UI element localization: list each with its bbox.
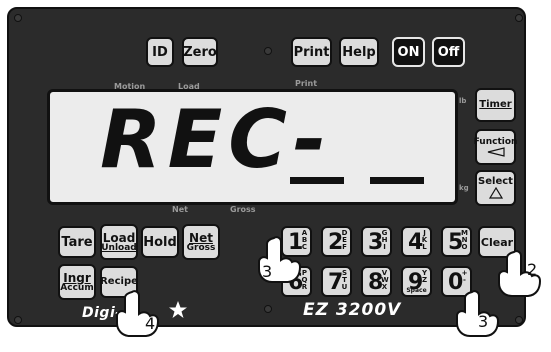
select-label: Select xyxy=(478,176,513,187)
load-label: Load xyxy=(102,230,136,245)
print-button-label: Print xyxy=(293,44,330,60)
hold-label: Hold xyxy=(143,234,177,250)
numpad-key-2[interactable]: 2 D E F xyxy=(321,226,352,257)
pointing-hand-icon xyxy=(498,250,542,297)
id-button[interactable]: ID xyxy=(146,37,174,67)
numpad-letters: G H I xyxy=(381,229,388,251)
lb-indicator-label: lb xyxy=(459,97,467,105)
numpad-letters: V W X xyxy=(381,269,389,291)
up-arrow-icon xyxy=(488,187,503,199)
numpad-key-8[interactable]: 8 V W X xyxy=(361,266,392,297)
net-gross-button[interactable]: Net Gross xyxy=(182,224,220,260)
gross-indicator-label: Gross xyxy=(230,205,256,214)
screw xyxy=(264,305,272,313)
kg-indicator-label: kg xyxy=(459,184,469,192)
id-button-label: ID xyxy=(152,44,168,60)
unload-label: Unload xyxy=(101,242,137,253)
on-button[interactable]: ON xyxy=(392,37,425,67)
off-button[interactable]: Off xyxy=(432,37,465,67)
screw xyxy=(515,316,523,324)
ingr-accum-button[interactable]: Ingr Accum xyxy=(58,264,96,300)
numpad-key-3[interactable]: 3 G H I xyxy=(361,226,392,257)
left-arrow-icon xyxy=(487,146,505,157)
select-button[interactable]: Select xyxy=(475,170,516,206)
net-label: Net xyxy=(189,230,213,245)
numpad-letters: Y Z xyxy=(421,269,428,284)
print-button[interactable]: Print xyxy=(291,37,332,67)
function-label: Function xyxy=(473,136,518,147)
numpad-key-4[interactable]: 4 J K L xyxy=(401,226,432,257)
hold-button[interactable]: Hold xyxy=(141,226,179,258)
print-indicator-label: Print xyxy=(295,79,318,88)
numpad-letters: S T U xyxy=(341,269,348,291)
timer-label: Timer xyxy=(479,99,512,110)
callout-number: 2 xyxy=(527,260,538,279)
clear-label: Clear xyxy=(480,235,514,249)
ingr-label: Ingr xyxy=(63,270,91,285)
lcd-blank-digit xyxy=(370,177,424,184)
callout-number: 3 xyxy=(262,262,273,281)
tare-button[interactable]: Tare xyxy=(58,226,96,258)
lcd-blank-digit xyxy=(290,177,344,184)
load-unload-button[interactable]: Load Unload xyxy=(100,224,138,260)
help-button[interactable]: Help xyxy=(339,37,379,67)
accum-label: Accum xyxy=(60,282,94,293)
numpad-letters: + - xyxy=(461,269,468,284)
numpad-letters: D E F xyxy=(341,229,348,251)
zero-button[interactable]: Zero xyxy=(182,37,218,67)
function-button[interactable]: Function xyxy=(473,129,518,165)
screw xyxy=(515,14,523,22)
pointing-hand-icon xyxy=(116,290,160,337)
callout-number: 4 xyxy=(145,314,156,333)
numpad-key-9[interactable]: 9 Y Z Space xyxy=(401,266,432,297)
screw xyxy=(264,47,272,55)
star-icon xyxy=(169,301,187,318)
timer-counter-button[interactable]: Timer xyxy=(475,88,516,122)
off-button-label: Off xyxy=(437,44,460,60)
model-label: EZ 3200V xyxy=(303,300,402,320)
numpad-key-5[interactable]: 5 M N O xyxy=(441,226,472,257)
tare-label: Tare xyxy=(61,234,93,250)
lcd-display: REC- xyxy=(47,89,458,205)
numpad-key-7[interactable]: 7 S T U xyxy=(321,266,352,297)
numpad-letters: J K L xyxy=(421,229,428,251)
recipe-label: Recipe xyxy=(100,276,138,287)
zero-button-label: Zero xyxy=(183,44,217,60)
space-label: Space xyxy=(406,287,427,294)
screw xyxy=(14,14,22,22)
net-indicator-label: Net xyxy=(172,205,188,214)
callout-number: 3 xyxy=(478,312,489,331)
help-button-label: Help xyxy=(342,44,376,60)
numpad-letters: M N O xyxy=(461,229,468,251)
screw xyxy=(14,316,22,324)
on-button-label: ON xyxy=(397,44,420,60)
lcd-readout: REC- xyxy=(100,93,424,186)
lcd-text: REC- xyxy=(100,93,332,186)
gross-label: Gross xyxy=(186,242,216,253)
